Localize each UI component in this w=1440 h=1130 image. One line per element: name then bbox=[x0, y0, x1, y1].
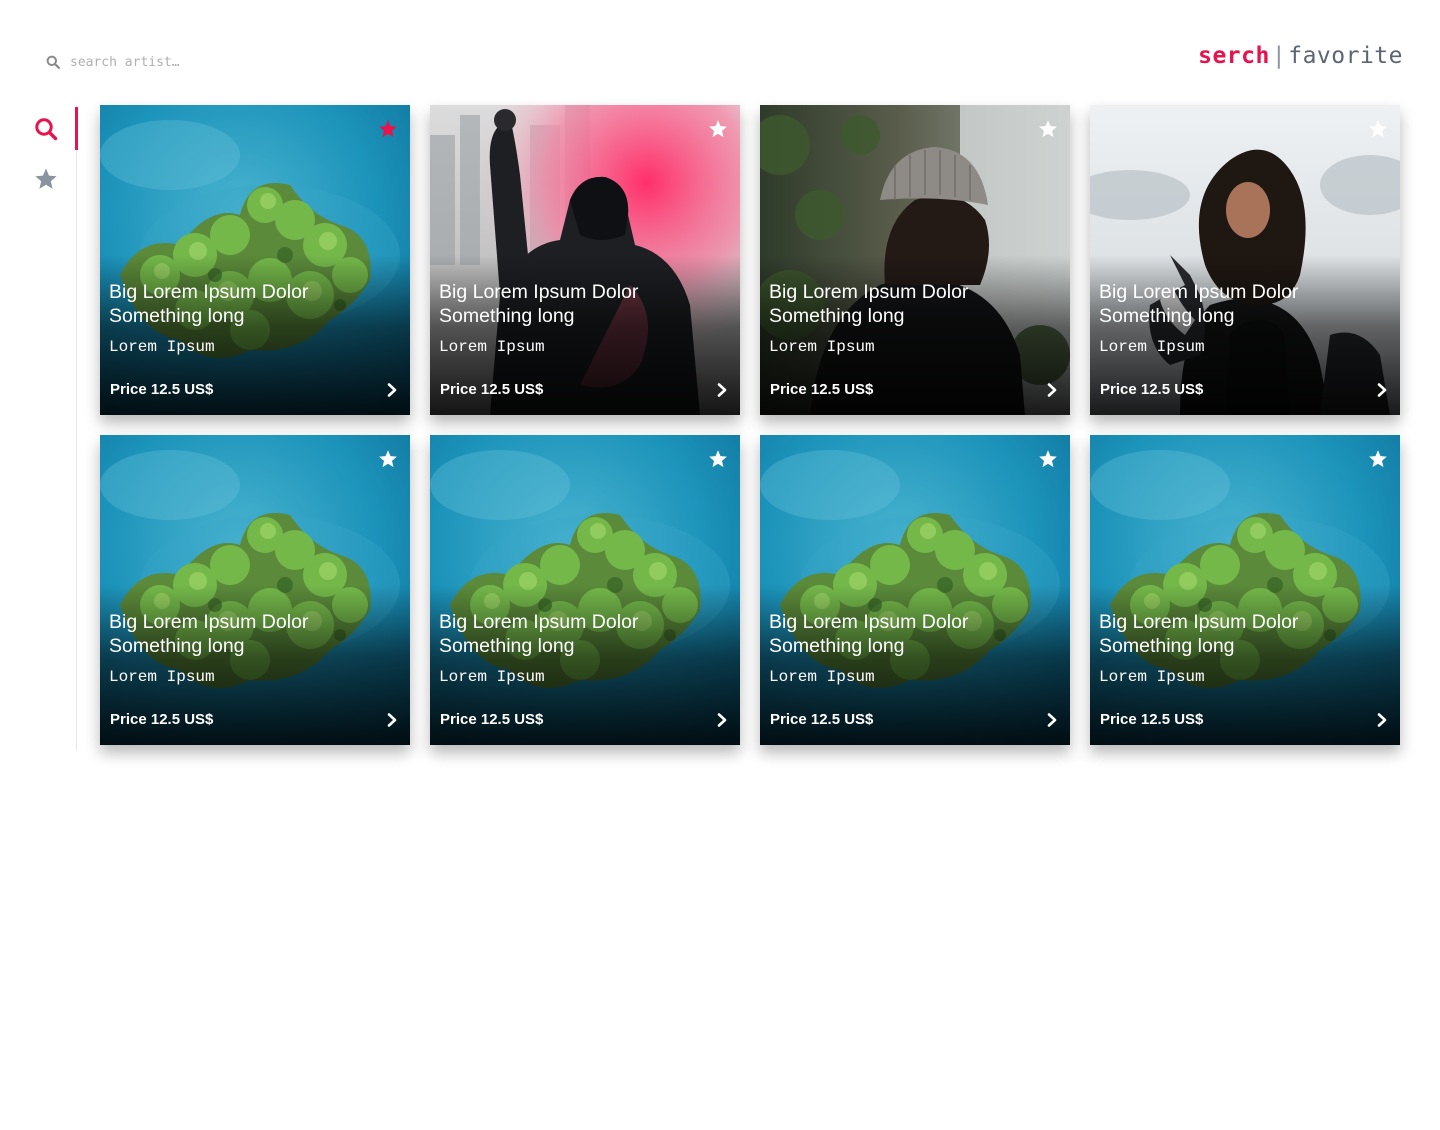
card-artist: Lorem Ipsum bbox=[109, 338, 215, 356]
chevron-right-icon[interactable] bbox=[386, 712, 398, 727]
card-price: Price 12.5 US$ bbox=[770, 711, 874, 728]
card-artist: Lorem Ipsum bbox=[439, 338, 545, 356]
card-title: Big Lorem Ipsum Dolor Something long bbox=[109, 281, 309, 327]
artwork-card[interactable]: Big Lorem Ipsum Dolor Something long Lor… bbox=[430, 435, 740, 745]
artwork-card[interactable]: Big Lorem Ipsum Dolor Something long Lor… bbox=[430, 105, 740, 415]
favorite-star-icon[interactable] bbox=[708, 449, 728, 469]
logo-section: favorite bbox=[1288, 43, 1403, 69]
favorite-star-icon[interactable] bbox=[378, 449, 398, 469]
chevron-right-icon[interactable] bbox=[1046, 712, 1058, 727]
card-title: Big Lorem Ipsum Dolor Something long bbox=[439, 611, 639, 657]
card-artist: Lorem Ipsum bbox=[1099, 338, 1205, 356]
card-price: Price 12.5 US$ bbox=[110, 381, 214, 398]
card-artist: Lorem Ipsum bbox=[439, 668, 545, 686]
card-artist: Lorem Ipsum bbox=[769, 338, 875, 356]
app-logo: serch | favorite bbox=[1198, 43, 1403, 69]
card-title: Big Lorem Ipsum Dolor Something long bbox=[439, 281, 639, 327]
card-price: Price 12.5 US$ bbox=[770, 381, 874, 398]
favorite-star-icon[interactable] bbox=[1368, 449, 1388, 469]
sidebar-divider bbox=[76, 105, 77, 750]
chevron-right-icon[interactable] bbox=[1046, 382, 1058, 397]
card-price: Price 12.5 US$ bbox=[110, 711, 214, 728]
search-bar bbox=[46, 50, 346, 74]
chevron-right-icon[interactable] bbox=[716, 382, 728, 397]
favorite-star-icon[interactable] bbox=[1038, 119, 1058, 139]
artwork-card[interactable]: Big Lorem Ipsum Dolor Something long Lor… bbox=[1090, 435, 1400, 745]
card-title: Big Lorem Ipsum Dolor Something long bbox=[1099, 611, 1299, 657]
search-icon bbox=[35, 118, 58, 141]
logo-separator: | bbox=[1271, 43, 1287, 69]
card-artist: Lorem Ipsum bbox=[1099, 668, 1205, 686]
artwork-card[interactable]: Big Lorem Ipsum Dolor Something long Lor… bbox=[1090, 105, 1400, 415]
card-title: Big Lorem Ipsum Dolor Something long bbox=[769, 281, 969, 327]
card-artist: Lorem Ipsum bbox=[769, 668, 875, 686]
card-title: Big Lorem Ipsum Dolor Something long bbox=[769, 611, 969, 657]
card-title: Big Lorem Ipsum Dolor Something long bbox=[1099, 281, 1299, 327]
card-price: Price 12.5 US$ bbox=[1100, 381, 1204, 398]
search-icon bbox=[46, 55, 60, 69]
chevron-right-icon[interactable] bbox=[1376, 382, 1388, 397]
card-price: Price 12.5 US$ bbox=[440, 711, 544, 728]
artwork-card[interactable]: Big Lorem Ipsum Dolor Something long Lor… bbox=[760, 435, 1070, 745]
star-icon bbox=[35, 168, 57, 189]
sidebar-item-favorites[interactable] bbox=[33, 166, 59, 192]
chevron-right-icon[interactable] bbox=[716, 712, 728, 727]
favorite-star-icon[interactable] bbox=[708, 119, 728, 139]
card-title: Big Lorem Ipsum Dolor Something long bbox=[109, 611, 309, 657]
card-price: Price 12.5 US$ bbox=[440, 381, 544, 398]
chevron-right-icon[interactable] bbox=[1376, 712, 1388, 727]
card-price: Price 12.5 US$ bbox=[1100, 711, 1204, 728]
artwork-grid: Big Lorem Ipsum Dolor Something long Lor… bbox=[100, 105, 1400, 745]
search-input[interactable] bbox=[70, 54, 310, 70]
logo-brand: serch bbox=[1198, 43, 1270, 69]
artwork-card[interactable]: Big Lorem Ipsum Dolor Something long Lor… bbox=[100, 435, 410, 745]
favorite-star-icon[interactable] bbox=[378, 119, 398, 139]
favorite-star-icon[interactable] bbox=[1368, 119, 1388, 139]
card-artist: Lorem Ipsum bbox=[109, 668, 215, 686]
sidebar-item-search[interactable] bbox=[33, 116, 59, 142]
favorite-star-icon[interactable] bbox=[1038, 449, 1058, 469]
artwork-card[interactable]: Big Lorem Ipsum Dolor Something long Lor… bbox=[100, 105, 410, 415]
chevron-right-icon[interactable] bbox=[386, 382, 398, 397]
sidebar bbox=[0, 105, 78, 750]
active-indicator bbox=[75, 107, 78, 150]
artwork-card[interactable]: Big Lorem Ipsum Dolor Something long Lor… bbox=[760, 105, 1070, 415]
